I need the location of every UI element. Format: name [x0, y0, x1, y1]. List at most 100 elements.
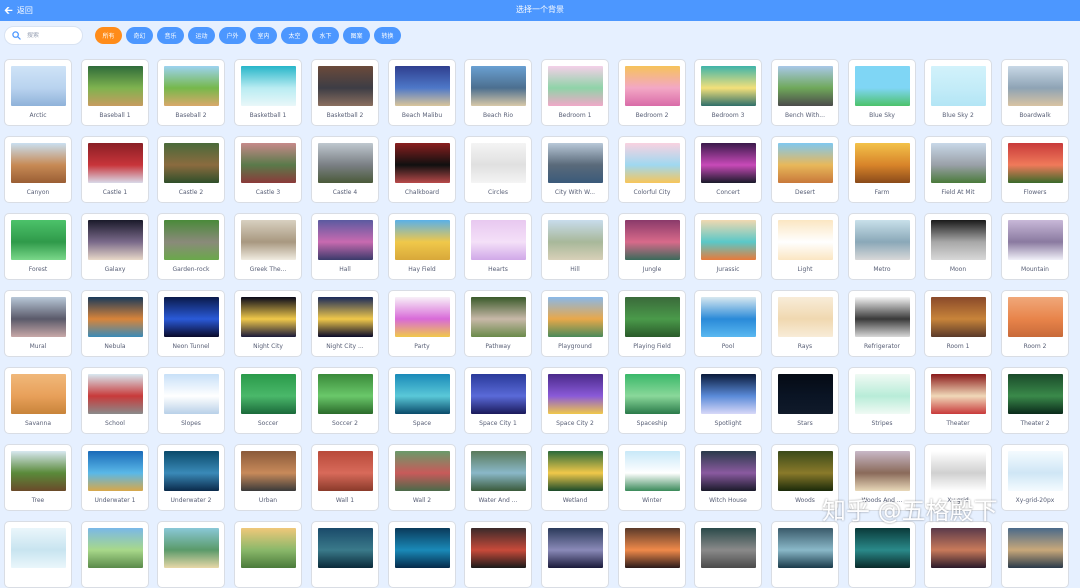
backdrop-card[interactable]	[388, 521, 456, 588]
backdrop-card[interactable]: Moon	[924, 213, 992, 280]
category-tag[interactable]: 太空	[281, 27, 308, 44]
category-tag[interactable]: 所有	[95, 27, 122, 44]
backdrop-card[interactable]: Space City 1	[464, 367, 532, 434]
backdrop-card[interactable]: Jungle	[618, 213, 686, 280]
backdrop-card[interactable]: Refrigerator	[848, 290, 916, 357]
backdrop-card[interactable]: City With W...	[541, 136, 609, 203]
category-tag[interactable]: 转换	[374, 27, 401, 44]
category-tag[interactable]: 奇幻	[126, 27, 153, 44]
backdrop-card[interactable]: Playing Field	[618, 290, 686, 357]
backdrop-card[interactable]: Xy-grid-20px	[1001, 444, 1069, 511]
backdrop-card[interactable]	[618, 521, 686, 588]
backdrop-card[interactable]: Forest	[4, 213, 72, 280]
backdrop-card[interactable]: Hearts	[464, 213, 532, 280]
backdrop-card[interactable]: Room 2	[1001, 290, 1069, 357]
backdrop-card[interactable]: Baseball 2	[157, 59, 225, 126]
backdrop-card[interactable]: Night City	[234, 290, 302, 357]
category-tag[interactable]: 室内	[250, 27, 277, 44]
backdrop-card[interactable]: Winter	[618, 444, 686, 511]
backdrop-card[interactable]	[924, 521, 992, 588]
search-box[interactable]	[4, 26, 83, 45]
backdrop-card[interactable]: Bedroom 3	[694, 59, 762, 126]
category-tag[interactable]: 图案	[343, 27, 370, 44]
backdrop-card[interactable]: Beach Rio	[464, 59, 532, 126]
backdrop-card[interactable]: Stars	[771, 367, 839, 434]
backdrop-card[interactable]	[1001, 521, 1069, 588]
backdrop-card[interactable]: Underwater 1	[81, 444, 149, 511]
backdrop-card[interactable]: Bedroom 2	[618, 59, 686, 126]
backdrop-card[interactable]: Blue Sky 2	[924, 59, 992, 126]
backdrop-card[interactable]: Theater	[924, 367, 992, 434]
backdrop-card[interactable]: Concert	[694, 136, 762, 203]
backdrop-card[interactable]: Hill	[541, 213, 609, 280]
backdrop-card[interactable]	[4, 521, 72, 588]
backdrop-card[interactable]: Spaceship	[618, 367, 686, 434]
backdrop-card[interactable]: Basketball 2	[311, 59, 379, 126]
backdrop-card[interactable]: Castle 4	[311, 136, 379, 203]
backdrop-card[interactable]: Baseball 1	[81, 59, 149, 126]
backdrop-card[interactable]: Wall 2	[388, 444, 456, 511]
backdrop-card[interactable]: Neon Tunnel	[157, 290, 225, 357]
backdrop-card[interactable]	[81, 521, 149, 588]
backdrop-card[interactable]: Desert	[771, 136, 839, 203]
category-tag[interactable]: 音乐	[157, 27, 184, 44]
backdrop-card[interactable]: Jurassic	[694, 213, 762, 280]
backdrop-card[interactable]: Party	[388, 290, 456, 357]
backdrop-card[interactable]: Field At Mit	[924, 136, 992, 203]
backdrop-card[interactable]: Playground	[541, 290, 609, 357]
backdrop-card[interactable]: Water And ...	[464, 444, 532, 511]
backdrop-card[interactable]: Night City ...	[311, 290, 379, 357]
backdrop-card[interactable]: Galaxy	[81, 213, 149, 280]
backdrop-card[interactable]: Flowers	[1001, 136, 1069, 203]
backdrop-card[interactable]: Space	[388, 367, 456, 434]
backdrop-card[interactable]: Savanna	[4, 367, 72, 434]
backdrop-card[interactable]: Urban	[234, 444, 302, 511]
backdrop-card[interactable]	[771, 521, 839, 588]
backdrop-card[interactable]: Farm	[848, 136, 916, 203]
backdrop-card[interactable]	[694, 521, 762, 588]
backdrop-card[interactable]: Tree	[4, 444, 72, 511]
backdrop-card[interactable]	[157, 521, 225, 588]
backdrop-card[interactable]: Woods	[771, 444, 839, 511]
backdrop-card[interactable]: Canyon	[4, 136, 72, 203]
backdrop-card[interactable]: Room 1	[924, 290, 992, 357]
backdrop-card[interactable]: Rays	[771, 290, 839, 357]
backdrop-card[interactable]: Spotlight	[694, 367, 762, 434]
backdrop-card[interactable]: Xy-grid	[924, 444, 992, 511]
backdrop-card[interactable]: Nebula	[81, 290, 149, 357]
category-tag[interactable]: 水下	[312, 27, 339, 44]
backdrop-card[interactable]: Blue Sky	[848, 59, 916, 126]
backdrop-card[interactable]: Garden-rock	[157, 213, 225, 280]
backdrop-card[interactable]: Slopes	[157, 367, 225, 434]
backdrop-card[interactable]: Mural	[4, 290, 72, 357]
backdrop-card[interactable]: Castle 3	[234, 136, 302, 203]
backdrop-card[interactable]: Bedroom 1	[541, 59, 609, 126]
backdrop-card[interactable]	[464, 521, 532, 588]
backdrop-card[interactable]: Arctic	[4, 59, 72, 126]
category-tag[interactable]: 运动	[188, 27, 215, 44]
backdrop-card[interactable]: Metro	[848, 213, 916, 280]
backdrop-card[interactable]: Circles	[464, 136, 532, 203]
backdrop-card[interactable]: Greek The...	[234, 213, 302, 280]
backdrop-card[interactable]: Boardwalk	[1001, 59, 1069, 126]
backdrop-card[interactable]: Hay Field	[388, 213, 456, 280]
search-input[interactable]	[27, 32, 79, 39]
backdrop-card[interactable]: Witch House	[694, 444, 762, 511]
category-tag[interactable]: 户外	[219, 27, 246, 44]
backdrop-card[interactable]: Space City 2	[541, 367, 609, 434]
backdrop-card[interactable]: Castle 2	[157, 136, 225, 203]
backdrop-card[interactable]	[311, 521, 379, 588]
backdrop-card[interactable]: Basketball 1	[234, 59, 302, 126]
backdrop-card[interactable]: Woods And ...	[848, 444, 916, 511]
backdrop-card[interactable]: Theater 2	[1001, 367, 1069, 434]
backdrop-card[interactable]	[234, 521, 302, 588]
backdrop-card[interactable]: Wetland	[541, 444, 609, 511]
backdrop-card[interactable]: Colorful City	[618, 136, 686, 203]
backdrop-card[interactable]: Castle 1	[81, 136, 149, 203]
backdrop-card[interactable]: Wall 1	[311, 444, 379, 511]
backdrop-card[interactable]: Bench With...	[771, 59, 839, 126]
backdrop-card[interactable]: Light	[771, 213, 839, 280]
backdrop-card[interactable]: Mountain	[1001, 213, 1069, 280]
backdrop-card[interactable]: Hall	[311, 213, 379, 280]
backdrop-card[interactable]: Beach Malibu	[388, 59, 456, 126]
